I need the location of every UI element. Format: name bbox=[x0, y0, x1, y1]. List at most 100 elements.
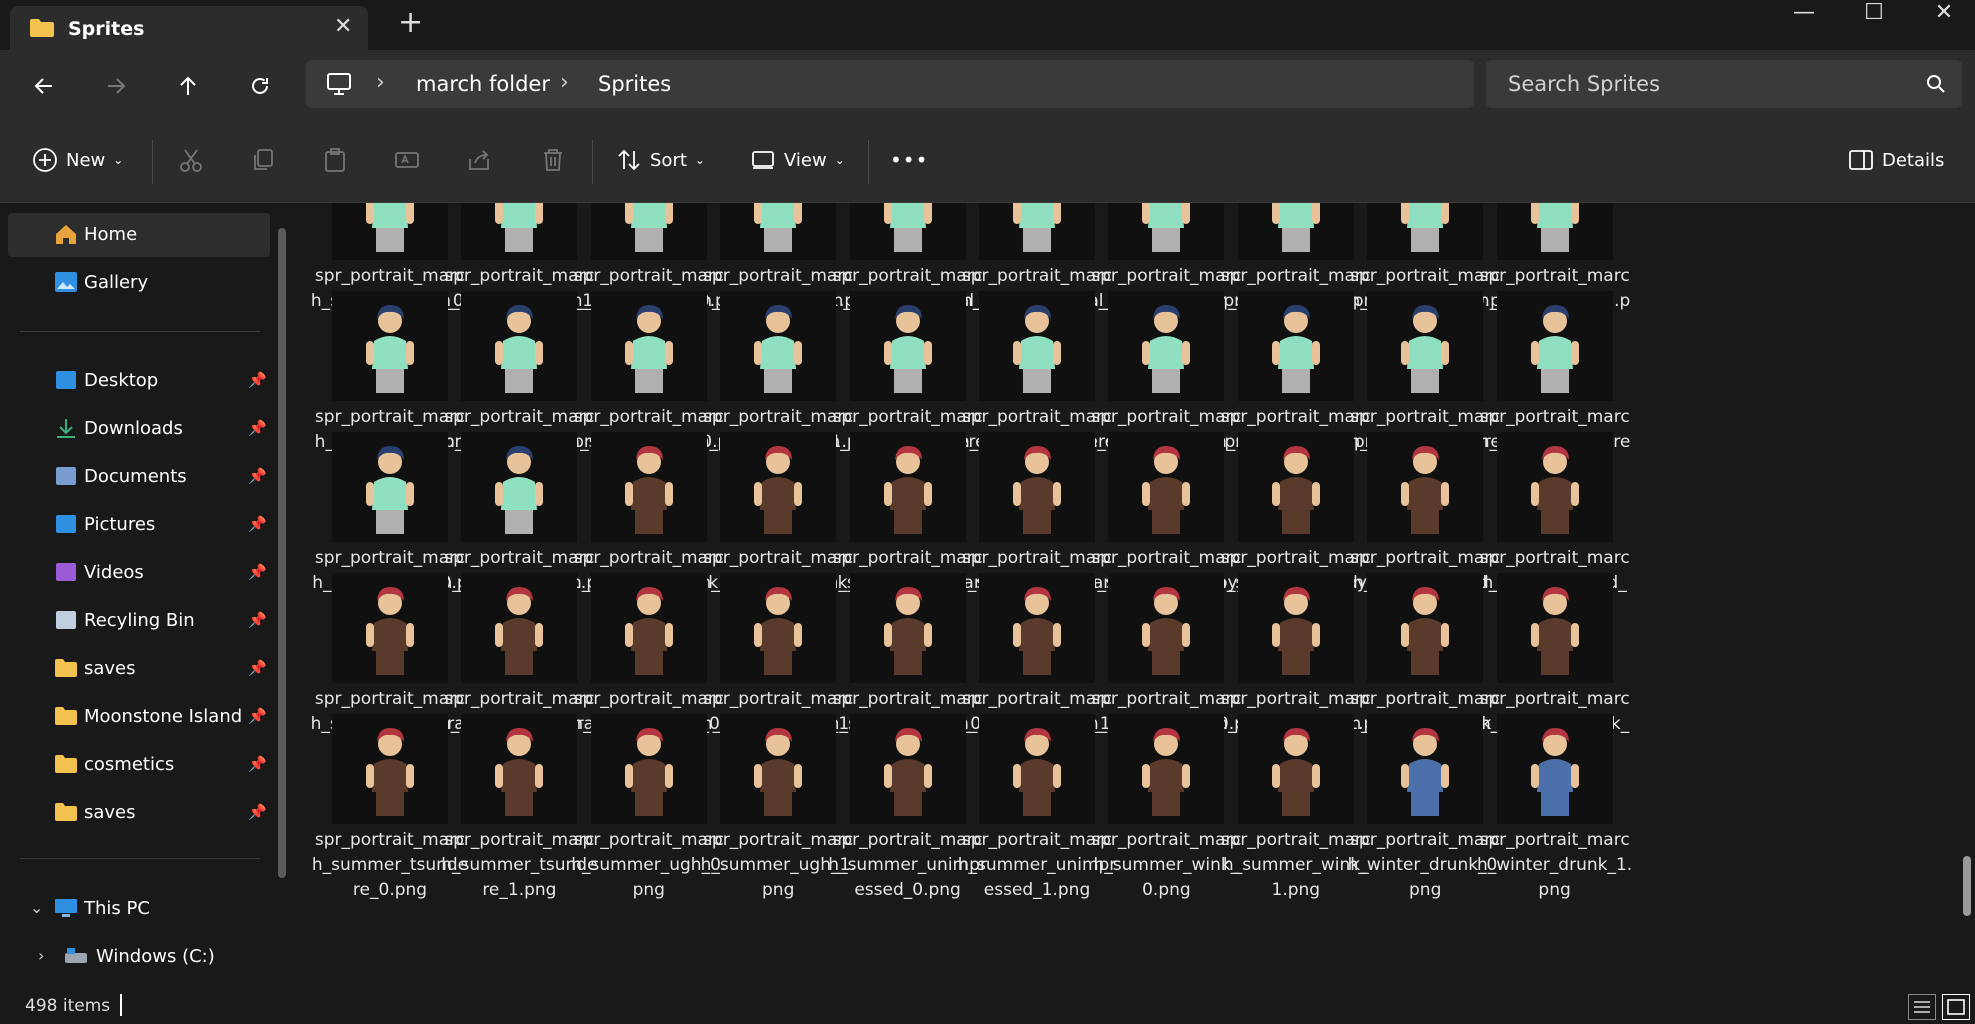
sidebar-item-gallery[interactable]: Gallery bbox=[8, 261, 270, 305]
search-box[interactable]: Search Sprites bbox=[1486, 60, 1962, 108]
file-thumbnail bbox=[332, 432, 448, 542]
maximize-button[interactable]: ☐ bbox=[1846, 0, 1902, 28]
view-button[interactable]: View ⌄ bbox=[750, 142, 845, 178]
paste-button[interactable] bbox=[322, 142, 348, 178]
sidebar-item-pictures[interactable]: Pictures 📌 bbox=[8, 503, 270, 547]
sidebar-item-windows-c[interactable]: › Windows (C:) bbox=[8, 935, 270, 979]
minimize-button[interactable]: — bbox=[1776, 0, 1832, 28]
file-thumbnail bbox=[720, 573, 837, 683]
sidebar-item-moonstone-island[interactable]: Moonstone Island 📌 bbox=[8, 695, 270, 739]
pin-icon[interactable]: 📌 bbox=[248, 515, 267, 533]
close-window-button[interactable]: ✕ bbox=[1916, 0, 1972, 28]
chevron-right-icon: › bbox=[376, 70, 385, 95]
plus-circle-icon bbox=[33, 148, 57, 172]
sidebar-item-saves[interactable]: saves 📌 bbox=[8, 791, 270, 835]
sidebar-item-label: Recyling Bin bbox=[84, 610, 195, 631]
pin-icon[interactable]: 📌 bbox=[248, 707, 267, 725]
file-name: spr_portrait_march_winter_drunk_1.png bbox=[1477, 830, 1633, 900]
delete-button[interactable] bbox=[540, 142, 566, 178]
sidebar-item-videos[interactable]: Videos 📌 bbox=[8, 551, 270, 595]
chevron-down-icon: ⌄ bbox=[694, 153, 705, 167]
pin-icon[interactable]: 📌 bbox=[248, 419, 267, 437]
sidebar-item-recyling-bin[interactable]: Recyling Bin 📌 bbox=[8, 599, 270, 643]
sidebar-item-desktop[interactable]: Desktop 📌 bbox=[8, 359, 270, 403]
sidebar-scrollbar[interactable] bbox=[278, 228, 286, 878]
file-thumbnail bbox=[1367, 432, 1484, 542]
chevron-right-icon[interactable]: › bbox=[38, 946, 44, 965]
file-thumbnail bbox=[590, 573, 707, 683]
sidebar-item-home[interactable]: Home bbox=[8, 213, 270, 257]
folder-icon bbox=[30, 19, 54, 37]
sidebar-item-this-pc[interactable]: ⌄ This PC bbox=[8, 887, 270, 931]
pin-icon[interactable]: 📌 bbox=[248, 611, 267, 629]
up-arrow-icon bbox=[180, 76, 196, 95]
new-button[interactable]: New ⌄ bbox=[32, 142, 123, 178]
folder-icon bbox=[55, 755, 77, 773]
see-more-button[interactable]: ••• bbox=[890, 142, 928, 178]
tab-sprites[interactable]: Sprites ✕ bbox=[10, 6, 368, 50]
sidebar-item-documents[interactable]: Documents 📌 bbox=[8, 455, 270, 499]
pin-icon[interactable]: 📌 bbox=[248, 371, 267, 389]
details-button[interactable]: Details bbox=[1848, 142, 1944, 178]
drive-icon bbox=[65, 948, 87, 963]
sort-label: Sort bbox=[650, 149, 687, 171]
up-button[interactable] bbox=[166, 64, 210, 108]
file-explorer-window: Sprites ✕ + — ☐ ✕ › march folder › Sprit… bbox=[0, 0, 1975, 1024]
pin-icon[interactable]: 📌 bbox=[248, 755, 267, 773]
forward-button[interactable] bbox=[94, 64, 138, 108]
pin-icon[interactable]: 📌 bbox=[248, 563, 267, 581]
breadcrumb-sprites[interactable]: Sprites bbox=[598, 72, 671, 96]
address-bar[interactable]: › march folder › Sprites bbox=[306, 60, 1474, 108]
file-thumbnail bbox=[1108, 203, 1225, 260]
cut-button[interactable] bbox=[178, 142, 204, 178]
sidebar-item-saves[interactable]: saves 📌 bbox=[8, 647, 270, 691]
pin-icon[interactable]: 📌 bbox=[248, 659, 267, 677]
new-label: New bbox=[66, 149, 106, 171]
file-thumbnail bbox=[979, 573, 1095, 683]
file-thumbnail bbox=[849, 291, 966, 401]
sidebar-item-label: Windows (C:) bbox=[96, 946, 215, 967]
sidebar-item-label: cosmetics bbox=[84, 754, 175, 775]
details-pane-icon bbox=[1849, 150, 1873, 170]
sidebar-item-downloads[interactable]: Downloads 📌 bbox=[8, 407, 270, 451]
sidebar-item-label: Documents bbox=[84, 466, 187, 487]
details-view-toggle[interactable] bbox=[1908, 994, 1936, 1020]
title-bar: Sprites ✕ + — ☐ ✕ bbox=[0, 0, 1975, 50]
file-thumbnail bbox=[1496, 203, 1613, 260]
refresh-button[interactable] bbox=[238, 64, 282, 108]
file-thumbnail bbox=[1237, 573, 1354, 683]
file-thumbnail bbox=[461, 291, 578, 401]
chevron-down-icon[interactable]: ⌄ bbox=[30, 898, 43, 917]
content-scrollbar-thumb[interactable] bbox=[1963, 856, 1971, 916]
breadcrumb-march-folder[interactable]: march folder bbox=[416, 72, 550, 96]
sidebar-item-cosmetics[interactable]: cosmetics 📌 bbox=[8, 743, 270, 787]
search-input[interactable]: Search Sprites bbox=[1508, 72, 1660, 96]
cut-icon bbox=[180, 149, 202, 172]
file-thumbnail bbox=[1496, 432, 1613, 542]
share-icon bbox=[469, 150, 489, 170]
file-thumbnail bbox=[461, 573, 578, 683]
sidebar-item-label: Home bbox=[84, 224, 138, 245]
new-tab-button[interactable]: + bbox=[398, 8, 423, 38]
close-tab-icon[interactable]: ✕ bbox=[334, 14, 352, 39]
file-thumbnail bbox=[1237, 432, 1354, 542]
back-button[interactable] bbox=[22, 64, 66, 108]
sidebar-item-label: saves bbox=[84, 802, 136, 823]
copy-button[interactable] bbox=[250, 142, 276, 178]
pin-icon[interactable]: 📌 bbox=[248, 803, 267, 821]
share-button[interactable] bbox=[466, 142, 492, 178]
navigation-pane: Home Gallery Desktop 📌 Downloads 📌 Documents… bbox=[0, 203, 292, 988]
gallery-icon bbox=[55, 272, 77, 292]
search-icon bbox=[1927, 75, 1945, 93]
rename-button[interactable] bbox=[394, 142, 420, 178]
sort-button[interactable]: Sort ⌄ bbox=[616, 142, 705, 178]
this-pc-icon bbox=[55, 899, 77, 917]
view-icon bbox=[752, 151, 774, 169]
divider bbox=[152, 140, 153, 184]
file-thumbnail bbox=[1108, 714, 1225, 824]
file-thumbnail bbox=[1496, 573, 1613, 683]
pin-icon[interactable]: 📌 bbox=[248, 467, 267, 485]
file-thumbnail bbox=[1108, 291, 1225, 401]
videos-icon bbox=[56, 563, 76, 581]
thumbnail-view-toggle[interactable] bbox=[1942, 994, 1970, 1020]
